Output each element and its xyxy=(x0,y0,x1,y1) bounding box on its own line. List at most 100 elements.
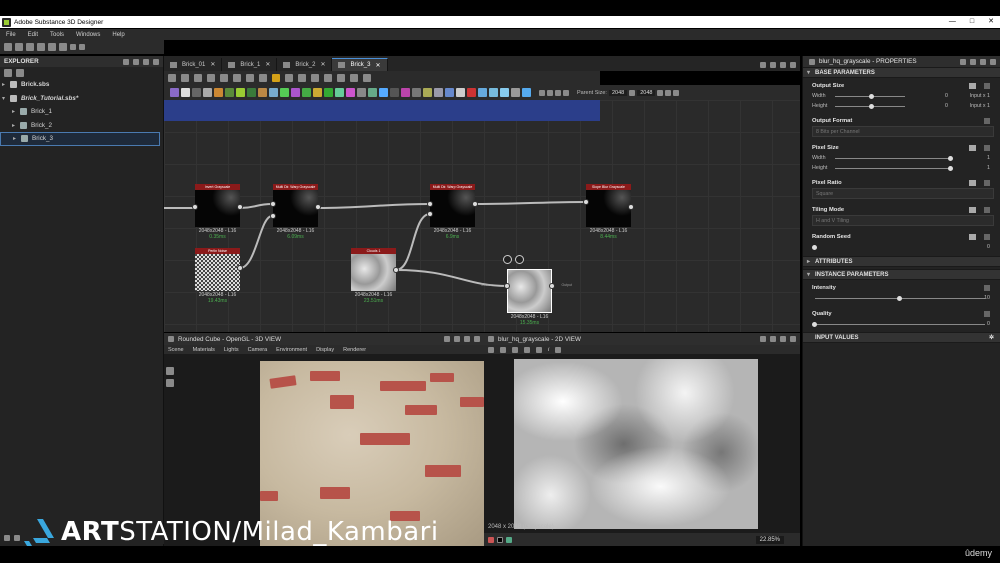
float-icon[interactable] xyxy=(970,58,976,65)
param-menu-icon[interactable] xyxy=(984,234,990,240)
slider-track[interactable] xyxy=(835,168,951,169)
align-top-icon[interactable] xyxy=(311,74,319,82)
expand-arrow-icon[interactable]: ▸ xyxy=(807,258,815,265)
expand-arrow-icon[interactable]: ▸ xyxy=(12,122,20,129)
align-bottom-icon[interactable] xyxy=(324,74,332,82)
param-link-icon[interactable] xyxy=(969,83,976,89)
slider-value[interactable]: 0 xyxy=(945,103,948,109)
fit-icon[interactable] xyxy=(488,346,494,353)
node-type-icon[interactable] xyxy=(291,88,300,97)
slider-value[interactable]: 0 xyxy=(987,321,990,327)
param-menu-icon[interactable] xyxy=(984,145,990,151)
node-type-icon[interactable] xyxy=(181,88,190,97)
log-icon[interactable] xyxy=(14,535,20,541)
node-type-icon[interactable] xyxy=(214,88,223,97)
node-type-icon[interactable] xyxy=(522,88,531,97)
mic-icon[interactable] xyxy=(563,89,569,96)
output-port[interactable] xyxy=(472,201,478,207)
node-type-icon[interactable] xyxy=(203,88,212,97)
node-type-icon[interactable] xyxy=(445,88,454,97)
tab-brick-1[interactable]: Brick_1 ✕ xyxy=(222,58,278,71)
view-mode-icon[interactable] xyxy=(506,536,512,543)
param-link-icon[interactable] xyxy=(969,180,976,186)
save-icon[interactable] xyxy=(4,68,12,77)
node-type-icon[interactable] xyxy=(269,88,278,97)
float-icon[interactable] xyxy=(454,336,460,342)
param-link-icon[interactable] xyxy=(969,145,976,151)
node-perlin-noise[interactable]: Perlin Noise 2048x2048 - L16 19.43ms xyxy=(195,248,243,304)
tools-icon[interactable] xyxy=(220,74,228,82)
node-type-icon[interactable] xyxy=(335,88,344,97)
node-type-icon[interactable] xyxy=(192,88,201,97)
slider-value[interactable]: 10 xyxy=(984,295,990,301)
close-icon[interactable] xyxy=(474,336,480,342)
float-icon[interactable] xyxy=(770,62,776,68)
histogram-icon[interactable] xyxy=(555,346,562,353)
frame-add-icon[interactable] xyxy=(350,74,358,82)
close-icon[interactable]: ✕ xyxy=(210,61,215,68)
search-icon[interactable] xyxy=(233,74,241,82)
close-icon[interactable] xyxy=(790,62,796,68)
message-icon[interactable] xyxy=(539,89,545,96)
node-type-icon[interactable] xyxy=(368,88,377,97)
menu-lights[interactable]: Lights xyxy=(224,347,239,353)
menu-file[interactable]: File xyxy=(0,32,22,38)
save-all-icon[interactable] xyxy=(59,43,67,51)
tab-brick-2[interactable]: Brick_2 ✕ xyxy=(277,58,333,71)
input-port[interactable] xyxy=(427,201,433,207)
tab-brick-3[interactable]: Brick_3 ✕ xyxy=(332,58,388,71)
output-format-select[interactable]: 8 Bits per Channel xyxy=(812,126,994,137)
camera-icon[interactable] xyxy=(166,367,174,375)
link-icon[interactable] xyxy=(629,89,636,96)
slider-handle[interactable] xyxy=(948,156,953,161)
param-link-icon[interactable] xyxy=(969,234,976,240)
node-type-icon[interactable] xyxy=(478,88,487,97)
float-icon[interactable] xyxy=(770,336,776,342)
section-instance-parameters[interactable]: ▾ INSTANCE PARAMETERS xyxy=(803,269,1000,280)
grid-icon[interactable] xyxy=(555,89,561,96)
pin-icon[interactable] xyxy=(123,58,129,65)
slider-value[interactable]: 1 xyxy=(987,165,990,171)
slider-handle[interactable] xyxy=(812,322,817,327)
slider-handle[interactable] xyxy=(897,296,902,301)
graph-canvas[interactable]: Invert Grayscale 2048x2048 - L16 0.35ms … xyxy=(164,100,800,332)
zoom-level[interactable]: 22.85% xyxy=(755,535,784,544)
light-icon[interactable] xyxy=(166,379,174,387)
node-preview-icon[interactable] xyxy=(503,255,512,264)
tab-brick-01[interactable]: Brick_01 ✕ xyxy=(164,58,223,71)
output-width-slider[interactable]: Width 0 Input x 1 xyxy=(803,91,1000,101)
align-left-icon[interactable] xyxy=(285,74,293,82)
slider-value[interactable]: 0 xyxy=(945,93,948,99)
node-type-icon[interactable] xyxy=(247,88,256,97)
node-type-icon[interactable] xyxy=(434,88,443,97)
expand-arrow-icon[interactable]: ▸ xyxy=(13,135,21,142)
param-menu-icon[interactable] xyxy=(984,311,990,317)
node-type-icon[interactable] xyxy=(280,88,289,97)
node-multi-dir-warp-1[interactable]: Multi Dir. Warp Grayscale 2048x2048 - L1… xyxy=(270,184,321,240)
pin-icon[interactable] xyxy=(760,62,766,68)
refresh-icon[interactable] xyxy=(657,89,664,96)
maximize-icon[interactable] xyxy=(143,58,149,65)
param-menu-icon[interactable] xyxy=(984,83,990,89)
maximize-icon[interactable] xyxy=(780,62,786,68)
close-icon[interactable]: ✕ xyxy=(265,61,270,68)
camera-icon[interactable] xyxy=(194,74,202,82)
input-port[interactable] xyxy=(192,204,198,210)
node-type-icon[interactable] xyxy=(423,88,432,97)
color-mode-icon[interactable] xyxy=(488,536,494,543)
node-type-icon[interactable] xyxy=(379,88,388,97)
align-icon[interactable] xyxy=(246,74,254,82)
input-port[interactable] xyxy=(270,213,276,219)
node-type-icon[interactable] xyxy=(489,88,498,97)
node-type-icon[interactable] xyxy=(170,88,179,97)
tree-item-brick-2[interactable]: ▸ Brick_2 xyxy=(0,119,163,133)
2d-viewport-image[interactable] xyxy=(514,359,758,529)
align-right-icon[interactable] xyxy=(298,74,306,82)
fit-icon[interactable] xyxy=(181,74,189,82)
node-multi-dir-warp-2[interactable]: Multi Dir. Warp Grayscale 2048x2048 - L1… xyxy=(427,184,478,240)
gear-icon[interactable]: ✲ xyxy=(989,334,994,341)
param-menu-icon[interactable] xyxy=(984,207,990,213)
node-blur-hq[interactable]: 2048x2048 - L16 15.35ms Source Output xyxy=(481,255,572,326)
node-type-icon[interactable] xyxy=(302,88,311,97)
input-port[interactable] xyxy=(504,283,510,289)
